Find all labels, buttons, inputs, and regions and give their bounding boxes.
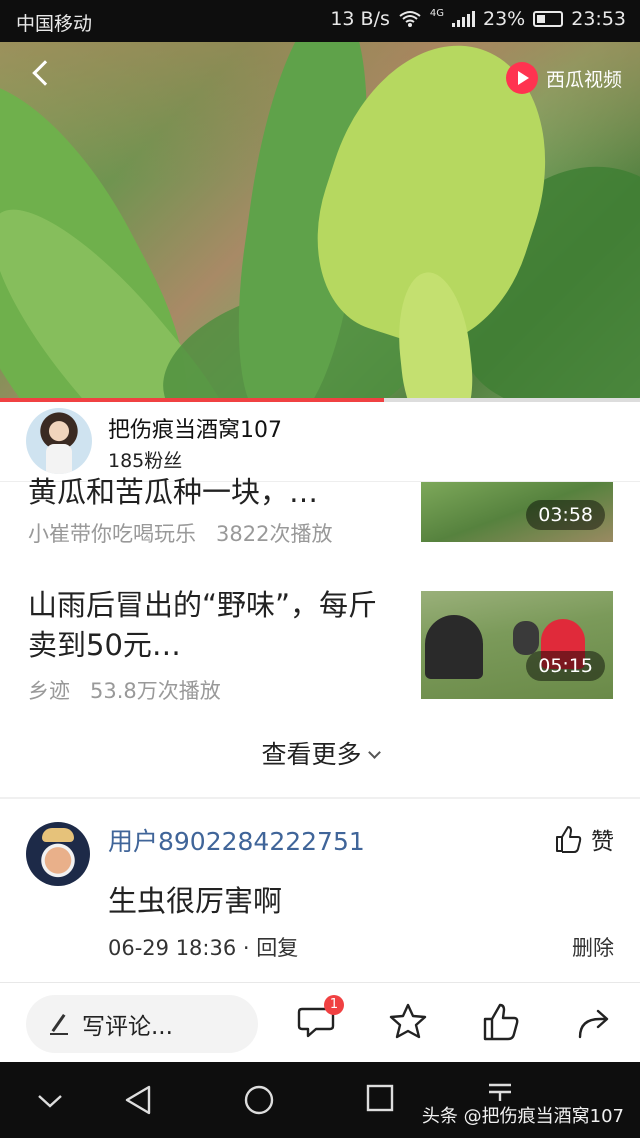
- toutiao-watermark: 头条 @把伤痕当酒窝107: [421, 1106, 624, 1127]
- recommended-video-source: 小崔带你吃喝玩乐: [28, 522, 196, 546]
- author-name[interactable]: 把伤痕当酒窝107: [108, 412, 282, 444]
- brand-label: 西瓜视频: [545, 68, 622, 91]
- recommended-video-item[interactable]: 山雨后冒出的“野味”，每斤卖到50元… 乡迹 53.8万次播放 05:15: [0, 585, 640, 705]
- recommended-video-thumbnail[interactable]: 03:58: [421, 482, 613, 542]
- like-button[interactable]: [480, 1001, 526, 1047]
- comment-like-button[interactable]: 赞: [553, 822, 614, 856]
- nav-home-icon[interactable]: [243, 1084, 275, 1116]
- recommended-video-meta: 小崔带你吃喝玩乐 3822次播放: [28, 518, 332, 548]
- recommended-video-title[interactable]: 山雨后冒出的“野味”，每斤卖到50元…: [28, 585, 398, 669]
- status-bar: 中国移动 13 B/s 4G 23% 23:53: [0, 0, 640, 42]
- recommended-video-plays: 3822次播放: [216, 522, 333, 546]
- write-comment-input[interactable]: 写评论...: [26, 995, 258, 1053]
- nav-recents-icon[interactable]: [366, 1084, 394, 1112]
- reply-button[interactable]: 回复: [256, 936, 298, 960]
- delete-button[interactable]: 删除: [572, 932, 614, 962]
- comment-text: 生虫很厉害啊: [108, 884, 283, 918]
- signal-icon: [452, 11, 475, 27]
- battery-percent: 23%: [483, 8, 526, 30]
- comment-count-badge: 1: [324, 995, 344, 1015]
- comment-item: 用户8902284222751 赞 生虫很厉害啊 06-29 18:36 · 回…: [0, 800, 640, 980]
- recommended-video-item[interactable]: 黄瓜和苦瓜种一块，… 小崔带你吃喝玩乐 3822次播放 03:58: [0, 475, 640, 564]
- nav-back-icon[interactable]: [124, 1084, 154, 1116]
- divider: [0, 797, 640, 799]
- comments-button[interactable]: 1: [296, 995, 344, 1047]
- recommended-video-source: 乡迹: [28, 679, 70, 703]
- wifi-icon: [399, 11, 421, 27]
- video-duration: 03:58: [526, 500, 605, 530]
- recommended-video-title[interactable]: 黄瓜和苦瓜种一块，…: [28, 472, 398, 506]
- comment-time: 06-29 18:36: [108, 936, 237, 960]
- carrier-label: 中国移动: [16, 13, 93, 35]
- brand-watermark: 西瓜视频: [505, 62, 622, 94]
- author-avatar[interactable]: [26, 408, 92, 474]
- video-player[interactable]: 西瓜视频: [0, 42, 640, 400]
- thumbs-up-icon: [556, 826, 582, 853]
- recommended-video-meta: 乡迹 53.8万次播放: [28, 675, 221, 705]
- thumbs-up-icon: [483, 1003, 519, 1041]
- video-duration: 05:15: [526, 651, 605, 681]
- see-more-label: 查看更多: [261, 740, 362, 769]
- pencil-icon: [50, 1013, 68, 1035]
- recommended-video-plays: 53.8万次播放: [90, 679, 221, 703]
- network-type: 4G: [429, 7, 444, 19]
- favorite-button[interactable]: [387, 1001, 433, 1047]
- commenter-avatar[interactable]: [26, 822, 90, 886]
- author-row[interactable]: 把伤痕当酒窝107 185粉丝: [0, 402, 640, 482]
- commenter-name[interactable]: 用户8902284222751: [108, 822, 365, 858]
- comment-like-label: 赞: [591, 829, 614, 855]
- write-comment-placeholder: 写评论...: [82, 1014, 173, 1040]
- comment-meta: 06-29 18:36 · 回复: [108, 932, 298, 962]
- status-right: 13 B/s 4G 23% 23:53: [330, 7, 626, 31]
- star-icon: [389, 1003, 427, 1039]
- see-more-button[interactable]: 查看更多: [0, 735, 640, 791]
- recommended-video-thumbnail[interactable]: 05:15: [421, 591, 613, 699]
- share-arrow-icon: [578, 1009, 609, 1039]
- clock: 23:53: [571, 8, 626, 30]
- share-button[interactable]: [572, 1001, 618, 1047]
- nav-hide-icon[interactable]: [36, 1092, 64, 1110]
- nav-notification-icon[interactable]: [486, 1082, 514, 1102]
- system-nav-bar: 头条 @把伤痕当酒窝107: [0, 1062, 640, 1138]
- xigua-logo-icon: [505, 62, 538, 94]
- chevron-down-icon: [367, 746, 381, 759]
- comment-separator: ·: [242, 936, 250, 960]
- battery-icon: [533, 11, 564, 27]
- author-fans: 185粉丝: [108, 450, 183, 472]
- bottom-action-bar: 写评论... 1: [0, 982, 640, 1062]
- network-speed: 13 B/s: [330, 8, 390, 30]
